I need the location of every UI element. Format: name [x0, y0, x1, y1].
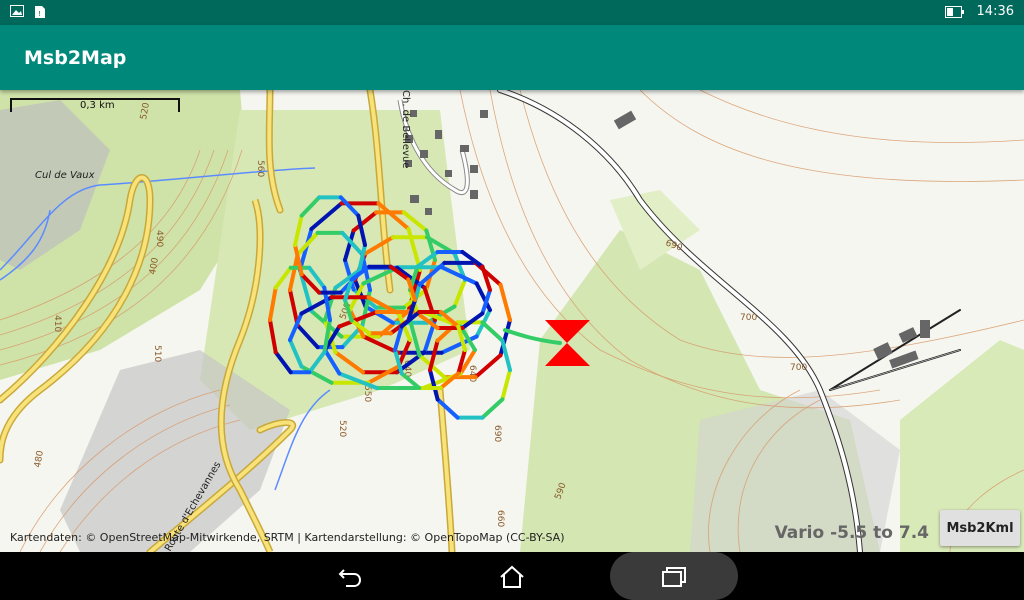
map-view[interactable]: Cul de Vaux Ch. de Bellevue Route d'Eche… [0, 90, 1024, 552]
file-notification-icon: ! [35, 6, 45, 18]
contour-label-2: 560 [255, 160, 265, 177]
battery-icon [944, 5, 964, 18]
vario-range-label: Vario -5.5 to 7.4 [774, 523, 929, 543]
contour-label-5: 410 [52, 315, 62, 332]
topo-map[interactable]: Cul de Vaux Ch. de Bellevue Route d'Eche… [0, 90, 1024, 552]
contour-label-15: 520 [337, 420, 347, 437]
status-time: 14:36 [976, 4, 1014, 19]
contour-label-4: 490 [154, 230, 164, 247]
image-notification-icon [10, 5, 24, 17]
msb2kml-button[interactable]: Msb2Kml [940, 510, 1020, 546]
app-title: Msb2Map [24, 47, 127, 69]
svg-text:!: ! [38, 10, 41, 18]
app-bar: Msb2Map [0, 25, 1024, 90]
contour-label-10: 700 [740, 313, 757, 323]
back-icon [338, 569, 362, 587]
track-segment [480, 320, 505, 343]
contour-label-11: 700 [790, 363, 807, 373]
home-icon [500, 565, 524, 588]
contour-label-12: 660 [495, 510, 505, 527]
track-segment [498, 282, 512, 322]
contour-label-8: 640 [467, 365, 477, 382]
track-segment [500, 338, 512, 372]
home-button[interactable] [492, 562, 532, 592]
recents-button[interactable] [654, 562, 694, 592]
back-button[interactable] [330, 562, 370, 592]
scale-bar-label: 0,3 km [80, 100, 115, 111]
track-segment [480, 397, 505, 420]
track-segment [500, 368, 512, 402]
contour-label-3: 510 [152, 345, 162, 362]
track-segment [473, 353, 503, 380]
status-bar: ! 14:36 [0, 0, 1024, 25]
scale-bar: 0,3 km [10, 98, 180, 114]
contour-label-17: 480 [33, 450, 46, 469]
recents-icon [662, 567, 686, 587]
place-label-cul-de-vaux: Cul de Vaux [35, 170, 95, 181]
navigation-bar [0, 552, 1024, 600]
contour-label-9: 690 [492, 425, 502, 442]
map-attribution[interactable]: Kartendaten: © OpenStreetMap-Mitwirkende… [10, 531, 565, 544]
place-label-bellevue: Ch. de Bellevue [400, 90, 411, 169]
